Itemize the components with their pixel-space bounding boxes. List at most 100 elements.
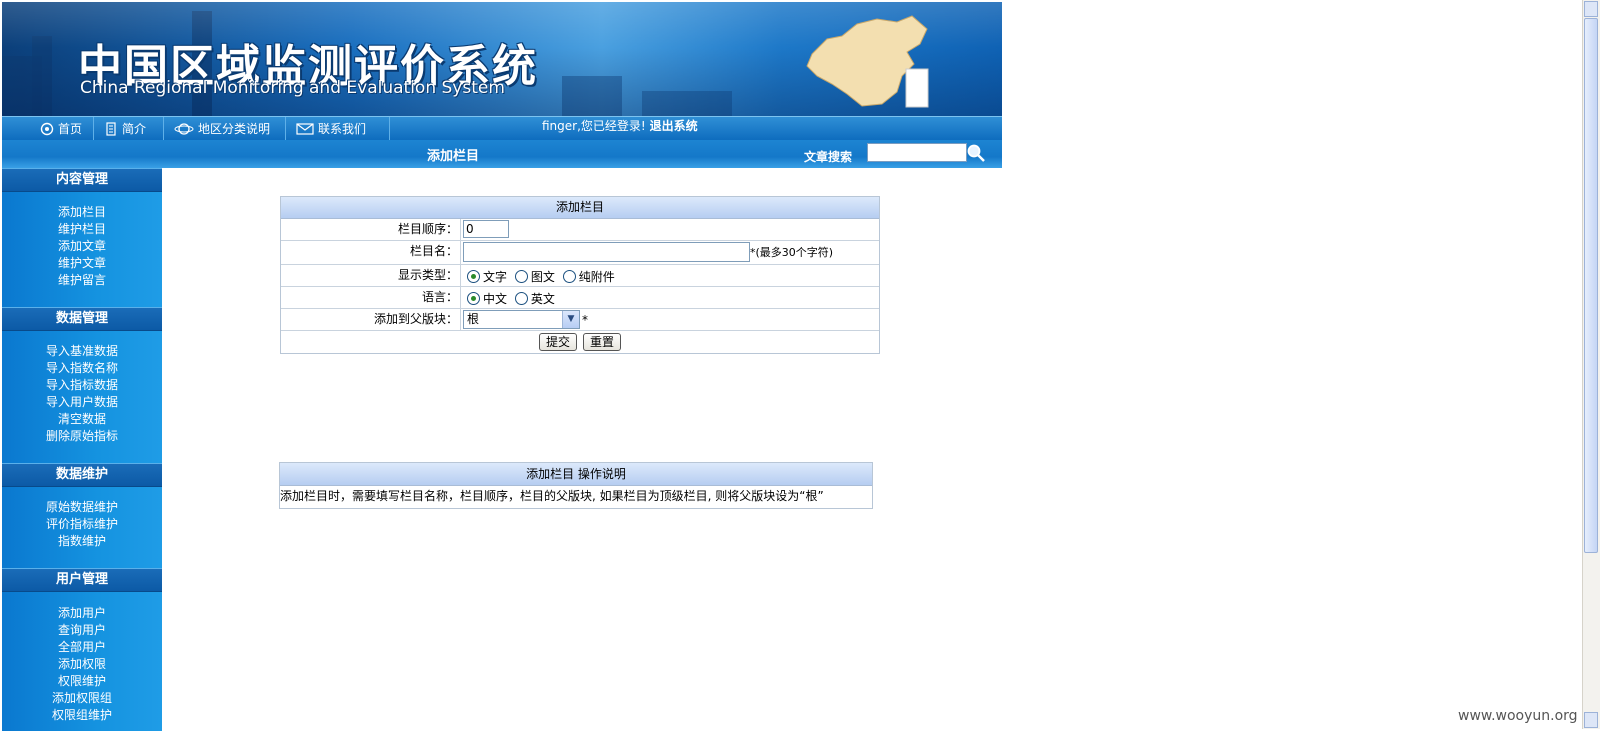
sidebar-item-delete-raw[interactable]: 删除原始指标 <box>2 428 162 445</box>
sidebar-list-content: 添加栏目 维护栏目 添加文章 维护文章 维护留言 <box>2 204 162 289</box>
nav-region[interactable]: 地区分类说明 <box>168 117 286 141</box>
sidebar-item-maintain-permission[interactable]: 权限维护 <box>2 673 162 690</box>
page-titlebar: 添加栏目 文章搜索 <box>2 140 1002 168</box>
order-label: 栏目顺序： <box>281 219 461 240</box>
parent-cell: 根 ▼ * <box>463 309 663 330</box>
lang-radio-english[interactable]: 英文 <box>511 290 555 307</box>
lang-radio-chinese[interactable]: 中文 <box>463 290 507 307</box>
chevron-down-icon: ▼ <box>562 311 579 328</box>
display-option-image-label: 图文 <box>530 270 555 284</box>
name-label: 栏目名： <box>281 241 461 264</box>
login-text: finger,您已经登录! <box>542 119 646 133</box>
display-radio-image-text[interactable]: 图文 <box>511 268 555 285</box>
header-banner: 中国区域监测评价系统 China Regional Monitoring and… <box>2 2 1002 116</box>
display-radio-text[interactable]: 文字 <box>463 268 507 285</box>
sidebar-item-clear-data[interactable]: 清空数据 <box>2 411 162 428</box>
order-input[interactable] <box>463 220 509 238</box>
login-status: finger,您已经登录! 退出系统 <box>542 117 698 141</box>
search-input[interactable] <box>867 143 967 162</box>
nav-home[interactable]: 首页 <box>34 117 94 141</box>
sidebar: 内容管理 添加栏目 维护栏目 添加文章 维护文章 维护留言 数据管理 导入基准数… <box>2 168 162 731</box>
sidebar-list-user: 添加用户 查询用户 全部用户 添加权限 权限维护 添加权限组 权限组维护 <box>2 605 162 724</box>
sidebar-section-content: 内容管理 <box>2 168 162 192</box>
scroll-down-icon[interactable] <box>1584 712 1598 728</box>
sidebar-item-import-index-name[interactable]: 导入指数名称 <box>2 360 162 377</box>
document-icon <box>106 122 116 136</box>
sidebar-item-import-base[interactable]: 导入基准数据 <box>2 343 162 360</box>
sidebar-item-maintain-message[interactable]: 维护留言 <box>2 272 162 289</box>
mail-icon <box>296 123 314 135</box>
display-type-cell: 文字 图文 纯附件 <box>463 265 615 286</box>
form-row-name: 栏目名： *(最多30个字符) <box>281 241 879 265</box>
lang-option-english-label: 英文 <box>530 292 555 306</box>
sidebar-item-eval-indicator[interactable]: 评价指标维护 <box>2 516 162 533</box>
help-panel: 添加栏目 操作说明 添加栏目时，需要填写栏目名称，栏目顺序，栏目的父版块, 如果… <box>279 462 873 509</box>
help-text: 添加栏目时，需要填写栏目名称，栏目顺序，栏目的父版块, 如果栏目为顶级栏目, 则… <box>280 489 824 503</box>
logout-link[interactable]: 退出系统 <box>650 119 698 133</box>
sidebar-item-maintain-article[interactable]: 维护文章 <box>2 255 162 272</box>
form-row-actions: 提交 重置 <box>281 331 879 353</box>
scroll-thumb[interactable] <box>1584 18 1598 553</box>
sidebar-item-raw-data[interactable]: 原始数据维护 <box>2 499 162 516</box>
home-icon <box>40 122 54 136</box>
site-subtitle: China Regional Monitoring and Evaluation… <box>80 78 505 98</box>
search-icon[interactable] <box>966 143 986 163</box>
sidebar-item-all-users[interactable]: 全部用户 <box>2 639 162 656</box>
parent-label: 添加到父版块： <box>281 309 461 330</box>
nav-contact-label: 联系我们 <box>318 122 367 136</box>
sidebar-item-add-article[interactable]: 添加文章 <box>2 238 162 255</box>
sidebar-item-add-user[interactable]: 添加用户 <box>2 605 162 622</box>
nav-home-label: 首页 <box>58 122 83 136</box>
page-title: 添加栏目 <box>427 149 480 164</box>
parent-select-value: 根 <box>467 312 480 326</box>
display-option-attachment-label: 纯附件 <box>578 270 615 284</box>
sidebar-item-maintain-column[interactable]: 维护栏目 <box>2 221 162 238</box>
language-cell: 中文 英文 <box>463 287 555 308</box>
form-row-parent: 添加到父版块： 根 ▼ * <box>281 309 879 331</box>
sidebar-section-user: 用户管理 <box>2 568 162 592</box>
name-cell: *(最多30个字符) <box>463 241 833 264</box>
name-hint: *(最多30个字符) <box>750 246 834 259</box>
help-header: 添加栏目 操作说明 <box>280 463 872 486</box>
column-name-input[interactable] <box>463 242 750 262</box>
sidebar-list-data: 导入基准数据 导入指数名称 导入指标数据 导入用户数据 清空数据 删除原始指标 <box>2 343 162 445</box>
sidebar-item-add-permission-group[interactable]: 添加权限组 <box>2 690 162 707</box>
sidebar-list-maintain: 原始数据维护 评价指标维护 指数维护 <box>2 499 162 550</box>
nav-region-label: 地区分类说明 <box>198 122 271 136</box>
top-nav: 首页 简介 地区分类说明 联系我们 finger,您已经登录! 退出系统 <box>2 116 1002 141</box>
sidebar-item-maintain-permission-group[interactable]: 权限组维护 <box>2 707 162 724</box>
lang-option-chinese-label: 中文 <box>483 292 508 306</box>
sidebar-item-import-indicator[interactable]: 导入指标数据 <box>2 377 162 394</box>
reset-button[interactable]: 重置 <box>583 333 622 351</box>
parent-select[interactable]: 根 ▼ <box>463 310 580 329</box>
scroll-up-icon[interactable] <box>1584 1 1598 17</box>
display-type-label: 显示类型： <box>281 265 461 286</box>
sidebar-item-index[interactable]: 指数维护 <box>2 533 162 550</box>
submit-button[interactable]: 提交 <box>538 333 577 351</box>
radio-selected-icon <box>467 292 480 305</box>
sidebar-item-add-permission[interactable]: 添加权限 <box>2 656 162 673</box>
search-label: 文章搜索 <box>804 150 853 164</box>
language-label: 语言： <box>281 287 461 308</box>
china-map-icon <box>806 15 929 108</box>
display-option-text-label: 文字 <box>483 270 508 284</box>
display-radio-attachment[interactable]: 纯附件 <box>559 268 615 285</box>
sidebar-item-query-user[interactable]: 查询用户 <box>2 622 162 639</box>
form-header: 添加栏目 <box>281 197 879 219</box>
sidebar-section-data: 数据管理 <box>2 307 162 331</box>
radio-icon <box>514 292 528 305</box>
globe-icon <box>174 123 194 135</box>
sidebar-item-add-column[interactable]: 添加栏目 <box>2 204 162 221</box>
add-column-form: 添加栏目 栏目顺序： 栏目名： *(最多30个字符) 显示类型： 文字 图文 纯… <box>280 196 880 354</box>
nav-intro-label: 简介 <box>122 122 147 136</box>
order-cell <box>463 219 509 240</box>
nav-contact[interactable]: 联系我们 <box>290 117 390 141</box>
radio-icon <box>514 270 528 283</box>
form-row-order: 栏目顺序： <box>281 219 879 241</box>
radio-selected-icon <box>467 270 480 283</box>
vertical-scrollbar[interactable] <box>1582 0 1600 729</box>
sidebar-section-maintain: 数据维护 <box>2 463 162 487</box>
nav-intro[interactable]: 简介 <box>98 117 164 141</box>
sidebar-item-import-user[interactable]: 导入用户数据 <box>2 394 162 411</box>
form-row-display-type: 显示类型： 文字 图文 纯附件 <box>281 265 879 287</box>
